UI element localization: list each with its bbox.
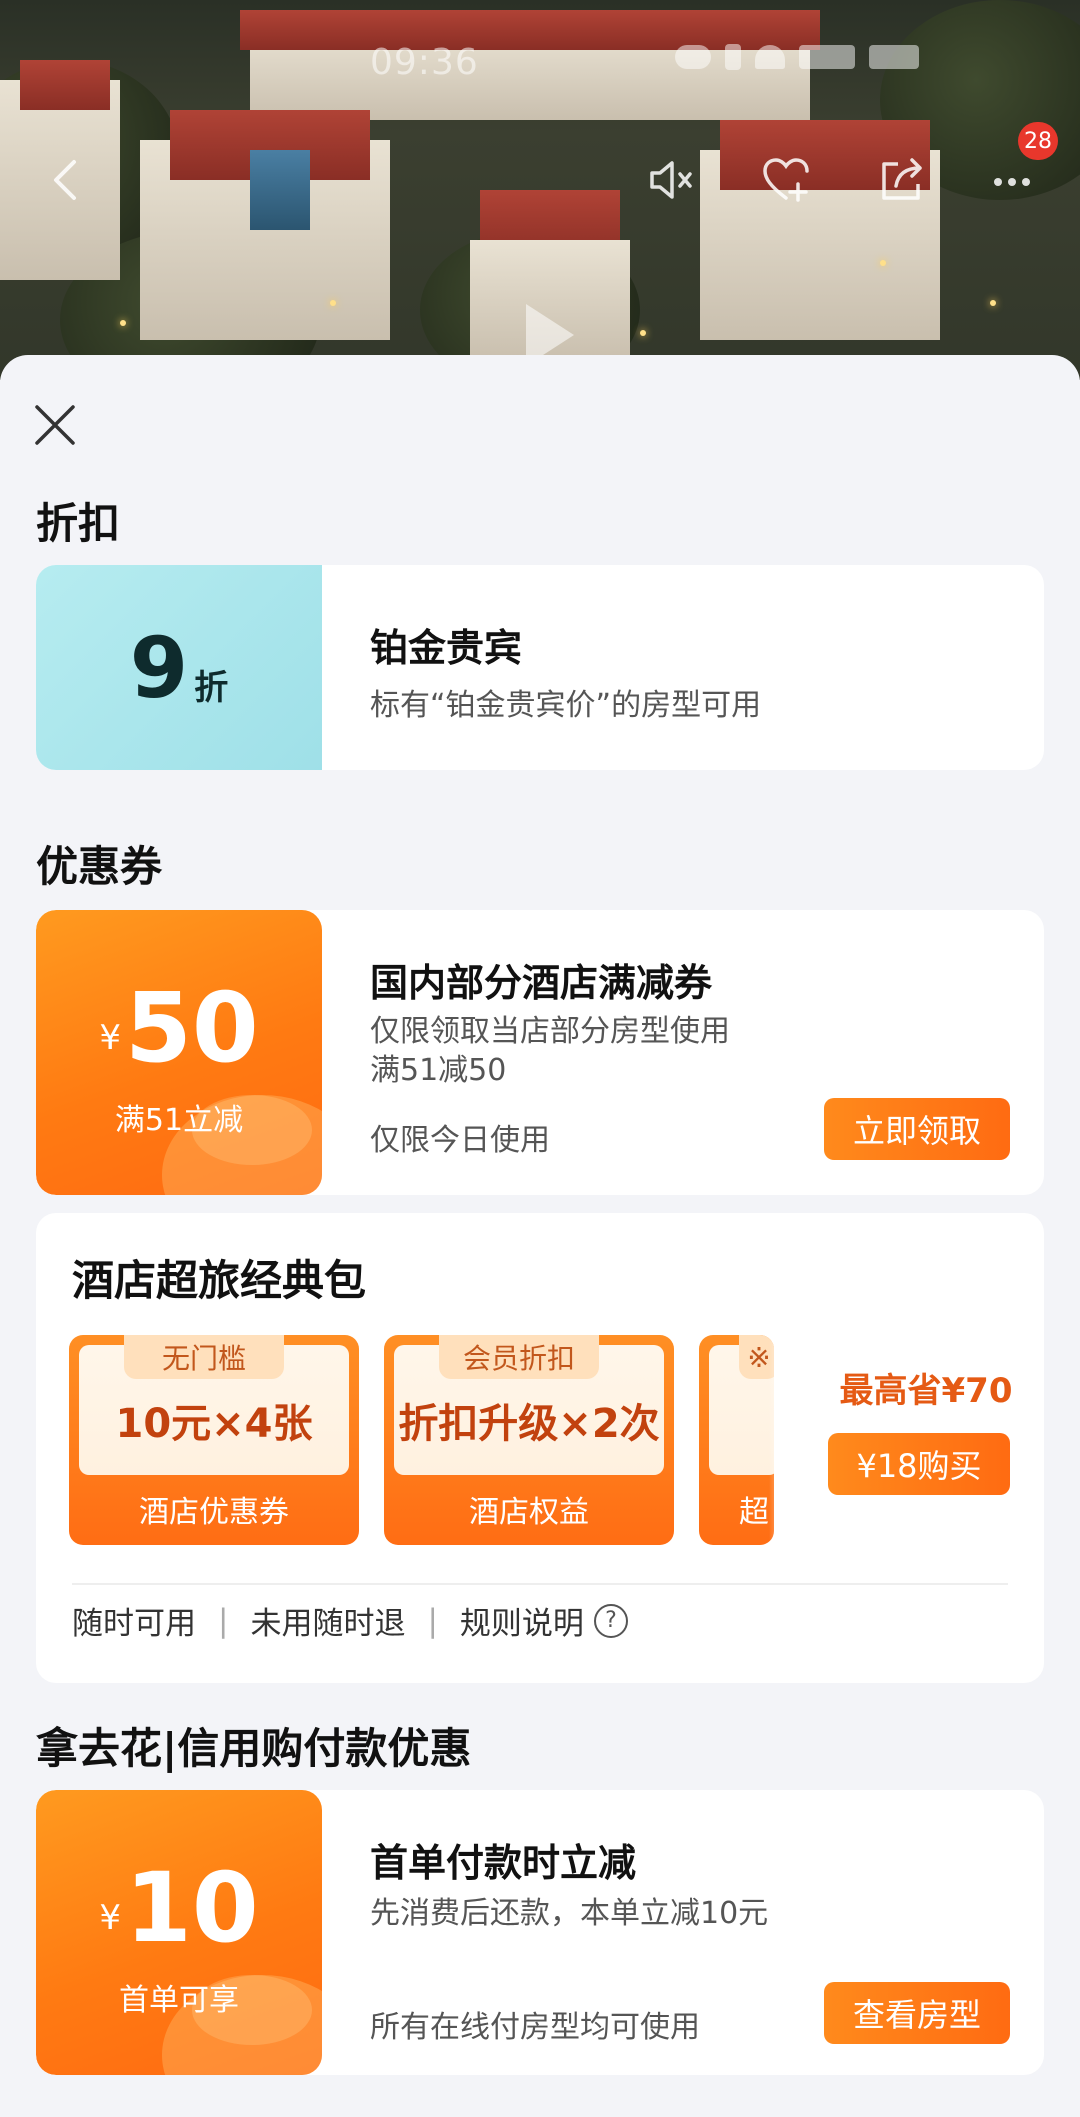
discount-desc: 标有“铂金贵宾价”的房型可用 (370, 688, 762, 723)
notification-badge: 28 (1018, 122, 1058, 160)
package-item-tag: 会员折扣 (439, 1335, 599, 1379)
coupon-amount-block: ¥50 满51立减 (36, 910, 322, 1195)
heart-plus-icon (763, 158, 809, 202)
mute-button[interactable] (640, 150, 700, 210)
claim-coupon-button[interactable]: 立即领取 (824, 1098, 1010, 1160)
discount-value: 9 (129, 618, 189, 717)
coupon-section-title: 优惠券 (36, 842, 163, 891)
view-rooms-button[interactable]: 查看房型 (824, 1982, 1010, 2044)
coupon-amount: ¥50 (36, 972, 322, 1084)
favorite-button[interactable] (756, 150, 816, 210)
credit-currency: ¥ (99, 1898, 122, 1938)
credit-offer-card[interactable]: ¥10 首单可享 首单付款时立减 先消费后还款，本单立减10元 所有在线付房型均… (36, 1790, 1044, 2075)
help-icon[interactable]: ? (593, 1603, 628, 1638)
package-item-tag: 无门槛 (124, 1335, 284, 1379)
share-icon (882, 158, 922, 200)
credit-amount-block: ¥10 首单可享 (36, 1790, 322, 2075)
credit-value: 10 (125, 1852, 259, 1964)
credit-amount: ¥10 (36, 1852, 322, 1964)
credit-title: 首单付款时立减 (370, 1841, 637, 1885)
refund-label: 未用随时退 (250, 1606, 406, 1642)
share-button[interactable] (872, 150, 932, 210)
package-item-partial[interactable]: ※ 超 (699, 1335, 774, 1545)
package-item-main: 10元×4张 (115, 1401, 313, 1447)
offers-sheet: 折扣 9 折 铂金贵宾 标有“铂金贵宾价”的房型可用 优惠券 ¥50 满51立减… (0, 355, 1080, 2117)
coupon-card[interactable]: ¥50 满51立减 国内部分酒店满减券 仅限领取当店部分房型使用 满51减50 … (36, 910, 1044, 1195)
wifi-icon (755, 45, 785, 69)
anytime-use-label: 随时可用 (72, 1606, 196, 1642)
discount-title: 铂金贵宾 (370, 626, 523, 670)
package-item-main: 折扣升级×2次 (398, 1401, 660, 1447)
battery-icon (869, 45, 919, 69)
vibrate-icon (725, 44, 741, 70)
coupon-validity: 仅限今日使用 (370, 1123, 550, 1158)
coupon-value: 50 (125, 972, 259, 1084)
separator: | (427, 1602, 438, 1639)
discount-card[interactable]: 9 折 铂金贵宾 标有“铂金贵宾价”的房型可用 (36, 565, 1044, 770)
more-dots-icon (994, 178, 1030, 186)
status-icons (675, 44, 919, 70)
package-item[interactable]: 无门槛 10元×4张 酒店优惠券 (69, 1335, 359, 1545)
coupon-desc-scope: 仅限领取当店部分房型使用 (370, 1014, 730, 1049)
credit-desc: 先消费后还款，本单立减10元 (370, 1896, 769, 1931)
separator: | (218, 1602, 229, 1639)
back-arrow-icon (54, 160, 76, 200)
package-card: 酒店超旅经典包 无门槛 10元×4张 酒店优惠券 会员折扣 折扣升级×2次 酒店… (36, 1213, 1044, 1683)
package-item-foot: 酒店权益 (469, 1495, 589, 1530)
hotel-hero-image[interactable]: 09:36 28 (0, 0, 1080, 380)
package-item[interactable]: 会员折扣 折扣升级×2次 酒店权益 (384, 1335, 674, 1545)
credit-scope: 所有在线付房型均可使用 (370, 2010, 700, 2045)
discount-section-title: 折扣 (36, 499, 121, 548)
rules-link[interactable]: 规则说明 (460, 1598, 584, 1643)
package-max-saving: 最高省¥70 (839, 1371, 1013, 1411)
coupon-desc-rule: 满51减50 (370, 1053, 507, 1088)
eye-icon (675, 45, 711, 69)
divider (72, 1583, 1008, 1585)
discount-badge: 9 折 (36, 565, 322, 770)
close-button[interactable] (30, 400, 80, 450)
package-item-foot: 超 (739, 1495, 769, 1530)
close-icon (35, 405, 75, 445)
status-time: 09:36 (370, 42, 479, 83)
credit-condition: 首单可享 (119, 1983, 239, 2018)
package-item-foot: 酒店优惠券 (139, 1495, 289, 1530)
package-buy-button[interactable]: ¥18购买 (828, 1433, 1010, 1495)
coupon-currency: ¥ (99, 1018, 122, 1058)
discount-unit: 折 (194, 668, 229, 708)
status-bar: 09:36 (0, 38, 1080, 88)
package-title: 酒店超旅经典包 (72, 1256, 367, 1305)
coupon-title: 国内部分酒店满减券 (370, 961, 713, 1005)
coupon-condition: 满51立减 (114, 1103, 244, 1138)
package-links: 随时可用 | 未用随时退 | 规则说明 ? (72, 1598, 628, 1643)
signal-icon (799, 45, 855, 69)
credit-section-title: 拿去花|信用购付款优惠 (36, 1724, 472, 1773)
back-button[interactable] (38, 150, 98, 210)
speaker-mute-icon (650, 161, 692, 199)
